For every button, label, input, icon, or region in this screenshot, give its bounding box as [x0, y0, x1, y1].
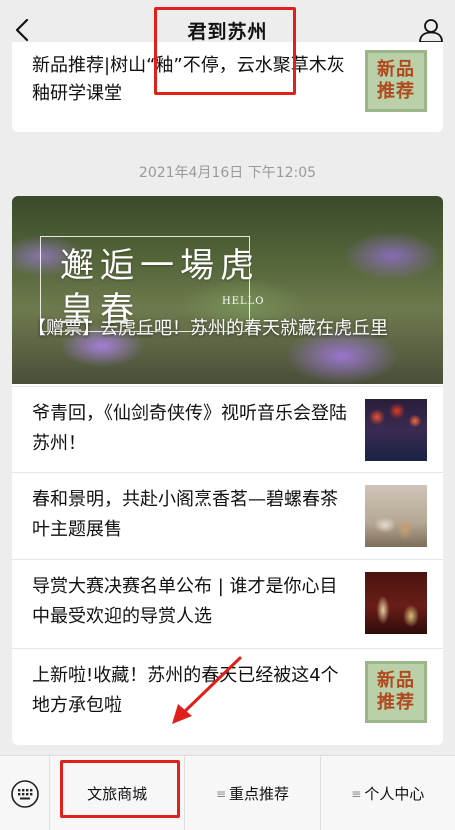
- list-item[interactable]: 爷青回，《仙剑奇侠传》视听音乐会登陆苏州！: [12, 386, 443, 472]
- hero-article-title[interactable]: 【赠票】去虎丘吧！苏州的春天就藏在虎丘里: [28, 314, 428, 344]
- new-product-thumbnail: 新品 推荐: [365, 661, 427, 723]
- keyboard-icon: [10, 779, 39, 808]
- chevron-left-icon: [15, 18, 29, 42]
- menu-item-recommend[interactable]: ≡ 重点推荐: [185, 756, 321, 830]
- message-timestamp: 2021年4月16日 下午12:05: [138, 165, 317, 181]
- menu-item-personal[interactable]: ≡ 个人中心: [321, 756, 455, 830]
- tea-thumbnail: [365, 485, 427, 547]
- list-item[interactable]: 春和景明，共赴小阁烹香茗—碧螺春茶叶主题展售: [12, 472, 443, 558]
- list-item[interactable]: 上新啦!收藏！苏州的春天已经被这4个地方承包啦 新品 推荐: [12, 648, 443, 745]
- page-title: 君到苏州: [187, 20, 268, 43]
- thumb-line-1: 新品: [377, 59, 415, 80]
- list-item-title[interactable]: 爷青回，《仙剑奇侠传》视听音乐会登陆苏州！: [32, 399, 352, 459]
- hero-article[interactable]: 邂逅一場虎皇春 HELLO 【赠票】去虎丘吧！苏州的春天就藏在虎丘里: [12, 196, 443, 384]
- menu-item-label: 重点推荐: [229, 785, 290, 803]
- keyboard-toggle[interactable]: [0, 756, 50, 830]
- stage-thumbnail: [365, 572, 427, 634]
- list-item-title[interactable]: 春和景明，共赴小阁烹香茗—碧螺春茶叶主题展售: [32, 485, 352, 545]
- submenu-icon: ≡: [215, 786, 227, 801]
- article-card: 邂逅一場虎皇春 HELLO 【赠票】去虎丘吧！苏州的春天就藏在虎丘里 爷青回，《…: [12, 196, 443, 745]
- hero-image-small-text: HELLO: [222, 296, 265, 307]
- thumb-line-2: 推荐: [377, 692, 415, 713]
- thumb-line-2: 推荐: [377, 81, 415, 102]
- new-product-thumbnail: 新品 推荐: [365, 50, 427, 112]
- person-icon: [419, 19, 443, 43]
- previous-article-card[interactable]: 新品推荐|树山“釉”不停，云水聚草木灰釉研学课堂 新品 推荐: [12, 42, 443, 132]
- submenu-icon: ≡: [351, 786, 362, 801]
- menu-item-label: 个人中心: [364, 785, 425, 803]
- opera-thumbnail: [365, 399, 427, 461]
- list-item-title[interactable]: 上新啦!收藏！苏州的春天已经被这4个地方承包啦: [32, 661, 352, 721]
- menu-item-mall[interactable]: 文旅商城: [50, 756, 186, 830]
- previous-article-title[interactable]: 新品推荐|树山“釉”不停，云水聚草木灰釉研学课堂: [32, 52, 352, 108]
- menu-item-label: 文旅商城: [87, 785, 148, 803]
- thumb-line-1: 新品: [377, 670, 415, 691]
- bottom-menu: 文旅商城 ≡ 重点推荐 ≡ 个人中心: [0, 755, 455, 830]
- list-item[interactable]: 导赏大赛决赛名单公布 | 谁才是你心目中最受欢迎的导赏人选: [12, 559, 443, 645]
- list-item-title[interactable]: 导赏大赛决赛名单公布 | 谁才是你心目中最受欢迎的导赏人选: [32, 572, 352, 632]
